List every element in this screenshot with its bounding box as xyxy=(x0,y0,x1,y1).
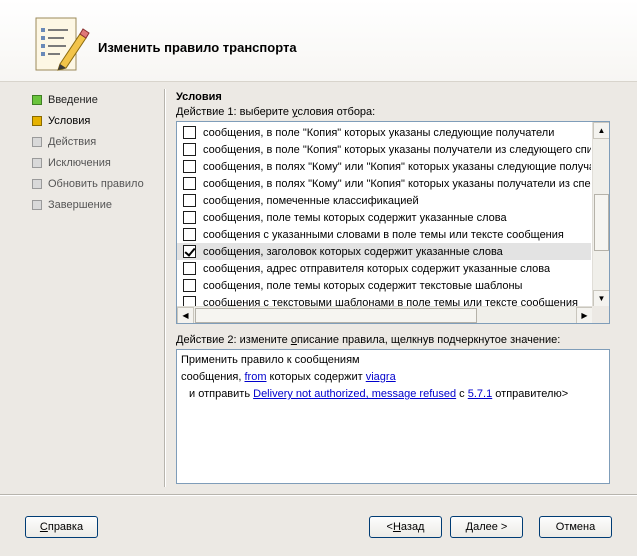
next-button[interactable]: Далее > xyxy=(450,516,523,538)
from-link[interactable]: from xyxy=(245,371,267,383)
step-status-icon xyxy=(32,94,42,105)
rule-document-pencil-icon xyxy=(35,17,90,71)
scroll-right-icon[interactable]: ▶ xyxy=(576,307,593,323)
rule-description: Применить правило к сообщениям сообщения… xyxy=(176,349,610,484)
help-button[interactable]: Справка xyxy=(25,516,98,538)
list-item[interactable]: сообщения, в поле "Копия" которых указан… xyxy=(177,124,591,141)
scroll-up-icon[interactable]: ▲ xyxy=(593,122,609,139)
step-label: Обновить правило xyxy=(48,177,144,190)
step-label: Условия xyxy=(48,114,91,127)
list-item-selected[interactable]: сообщения, заголовок которых содержит ук… xyxy=(177,243,591,260)
step2-label: Действие 2: измените описание правила, щ… xyxy=(176,334,561,346)
conditions-list[interactable]: сообщения, в поле "Копия" которых указан… xyxy=(176,121,610,324)
step-completion: Завершение xyxy=(32,194,162,215)
wizard-steps: Введение Условия Действия Исключения Обн… xyxy=(32,89,162,215)
checkbox[interactable] xyxy=(183,211,196,224)
checkbox[interactable] xyxy=(183,177,196,190)
words-link[interactable]: viagra xyxy=(366,371,396,383)
back-button[interactable]: < Назад xyxy=(369,516,442,538)
checkbox[interactable] xyxy=(183,262,196,275)
vertical-divider-highlight xyxy=(165,89,166,487)
step-label: Введение xyxy=(48,93,98,106)
status-code-link[interactable]: 5.7.1 xyxy=(468,388,492,400)
message-text-link[interactable]: Delivery not authorized, message refused xyxy=(253,388,456,400)
step-status-icon xyxy=(32,136,42,147)
vertical-scroll-thumb[interactable] xyxy=(594,194,609,251)
list-item[interactable]: сообщения с указанными словами в поле те… xyxy=(177,226,591,243)
description-line: сообщения, from которых содержит viagra xyxy=(181,371,396,383)
checkbox[interactable] xyxy=(183,279,196,292)
checkbox-checked[interactable] xyxy=(183,245,196,258)
description-line: и отправить Delivery not authorized, mes… xyxy=(189,388,569,400)
checkbox[interactable] xyxy=(183,228,196,241)
step-actions: Действия xyxy=(32,131,162,152)
list-item[interactable]: сообщения, поле темы которых содержит ук… xyxy=(177,209,591,226)
step-conditions: Условия xyxy=(32,110,162,131)
step-label: Действия xyxy=(48,135,97,148)
step-label: Завершение xyxy=(48,198,112,211)
list-item[interactable]: сообщения, помеченные классификацией xyxy=(177,192,591,209)
horizontal-scrollbar[interactable]: ◀ ▶ xyxy=(177,306,593,323)
list-item[interactable]: сообщения, адрес отправителя которых сод… xyxy=(177,260,591,277)
step-status-icon xyxy=(32,157,42,168)
horizontal-scroll-thumb[interactable] xyxy=(195,308,477,323)
section-title: Условия xyxy=(176,91,222,103)
list-item[interactable]: сообщения, в поле "Копия" которых указан… xyxy=(177,141,591,158)
list-item[interactable]: сообщения, в полях "Кому" или "Копия" ко… xyxy=(177,175,591,192)
description-line: Применить правило к сообщениям xyxy=(181,354,360,366)
checkbox[interactable] xyxy=(183,194,196,207)
cancel-button[interactable]: Отмена xyxy=(539,516,612,538)
footer-divider-highlight xyxy=(0,495,637,496)
checkbox[interactable] xyxy=(183,143,196,156)
step-exceptions: Исключения xyxy=(32,152,162,173)
page-title: Изменить правило транспорта xyxy=(98,40,297,55)
scroll-left-icon[interactable]: ◀ xyxy=(177,307,194,323)
vertical-scrollbar[interactable]: ▲ ▼ xyxy=(592,122,609,307)
checkbox[interactable] xyxy=(183,160,196,173)
step-status-icon xyxy=(32,178,42,189)
step-label: Исключения xyxy=(48,156,111,169)
scroll-down-icon[interactable]: ▼ xyxy=(593,290,609,307)
checkbox[interactable] xyxy=(183,126,196,139)
step-status-icon xyxy=(32,115,42,126)
step-intro: Введение xyxy=(32,89,162,110)
step-status-icon xyxy=(32,199,42,210)
step1-label: Действие 1: выберите условия отбора: xyxy=(176,106,376,118)
wizard-header: Изменить правило транспорта xyxy=(0,0,637,82)
list-item[interactable]: сообщения, в полях "Кому" или "Копия" ко… xyxy=(177,158,591,175)
step-update-rule: Обновить правило xyxy=(32,173,162,194)
list-item[interactable]: сообщения, поле темы которых содержит те… xyxy=(177,277,591,294)
scrollbar-corner xyxy=(592,306,609,323)
